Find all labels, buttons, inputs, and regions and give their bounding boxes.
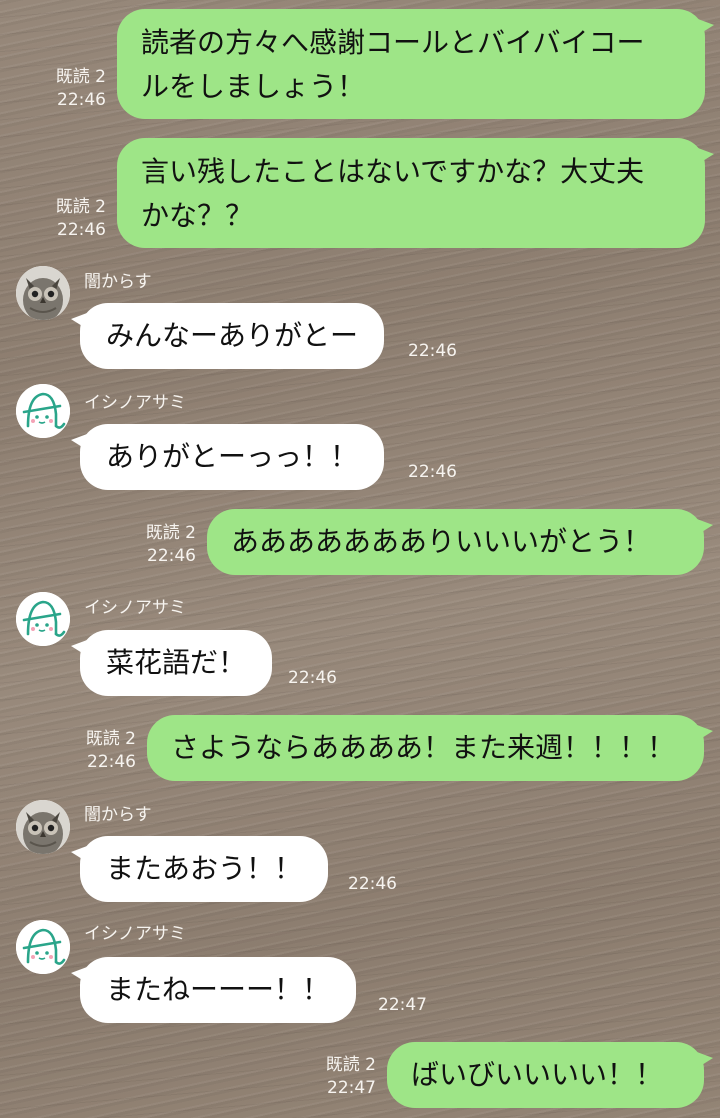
avatar[interactable] [16, 592, 70, 646]
message-text: 菜花語だ！ [106, 646, 247, 679]
ghost-letter-a-icon [16, 384, 70, 438]
message-text: ばいびいいいい！！ [411, 1058, 664, 1091]
timestamp: 22:46 [87, 752, 136, 772]
message-text: ありがとーっっ！！ [106, 440, 359, 473]
timestamp: 22:46 [147, 546, 196, 566]
message-line: 読者の方々へ感謝コールとバイバイコー [141, 26, 645, 59]
message-text: さようならああああ！また来週！！！！ [171, 731, 676, 764]
message-meta: 既読 2 22:46 [120, 522, 196, 568]
message-bubble-outgoing[interactable]: 言い残したことはないですかな？大丈夫 かな？？ [117, 138, 714, 248]
message-bubble-outgoing[interactable]: さようならああああ！また来週！！！！ [147, 715, 713, 781]
message-bubble-outgoing[interactable]: 読者の方々へ感謝コールとバイバイコー ルをしましょう！ [117, 9, 714, 119]
sender-name: 闇からす [84, 272, 152, 292]
timestamp: 22:46 [408, 462, 457, 482]
sender-name: イシノアサミ [84, 393, 186, 413]
timestamp: 22:46 [57, 90, 106, 110]
avatar[interactable] [16, 800, 70, 854]
message-meta: 既読 2 22:46 [30, 196, 106, 242]
timestamp: 22:46 [57, 220, 106, 240]
message-bubble-outgoing[interactable]: ばいびいいいい！！ [387, 1042, 713, 1108]
owl-icon [16, 266, 70, 320]
message-bubble-incoming[interactable]: またあおう！！ [70, 836, 329, 902]
message-text: みんなーありがとー [106, 319, 359, 352]
message-text: ああああああありいいいがとう！ [231, 525, 652, 558]
timestamp: 22:46 [288, 668, 337, 688]
message-bubble-incoming[interactable]: みんなーありがとー [70, 303, 385, 369]
message-bubble-incoming[interactable]: 菜花語だ！ [70, 630, 273, 696]
avatar[interactable] [16, 266, 70, 320]
ghost-letter-a-icon [16, 592, 70, 646]
timestamp: 22:46 [408, 341, 457, 361]
sender-name: イシノアサミ [84, 924, 186, 944]
message-line: かな？？ [141, 199, 254, 232]
timestamp: 22:47 [327, 1078, 376, 1098]
ghost-letter-a-icon [16, 920, 70, 974]
message-text: またあおう！！ [106, 852, 303, 885]
message-bubble-incoming[interactable]: またねーーー！！ [70, 957, 357, 1023]
message-meta: 既読 2 22:47 [300, 1054, 376, 1100]
sender-name: 闇からす [84, 805, 152, 825]
message-meta: 既読 2 22:46 [30, 66, 106, 112]
read-receipt: 既読 2 [55, 197, 106, 217]
message-line: ルをしましょう！ [141, 70, 366, 103]
chat-thread[interactable]: 既読 2 22:46 読者の方々へ感謝コールとバイバイコー ルをしましょう！ 既… [0, 0, 720, 1118]
message-meta: 既読 2 22:46 [60, 728, 136, 774]
avatar[interactable] [16, 920, 70, 974]
message-bubble-outgoing[interactable]: ああああああありいいいがとう！ [207, 509, 713, 575]
owl-icon [16, 800, 70, 854]
message-text: またねーーー！！ [106, 973, 331, 1006]
read-receipt: 既読 2 [55, 67, 106, 87]
read-receipt: 既読 2 [145, 523, 196, 543]
timestamp: 22:47 [378, 995, 427, 1015]
message-line: 言い残したことはないですかな？大丈夫 [141, 155, 645, 188]
message-bubble-incoming[interactable]: ありがとーっっ！！ [70, 424, 385, 490]
read-receipt: 既読 2 [85, 729, 136, 749]
sender-name: イシノアサミ [84, 598, 186, 618]
avatar[interactable] [16, 384, 70, 438]
read-receipt: 既読 2 [325, 1055, 376, 1075]
timestamp: 22:46 [348, 874, 397, 894]
